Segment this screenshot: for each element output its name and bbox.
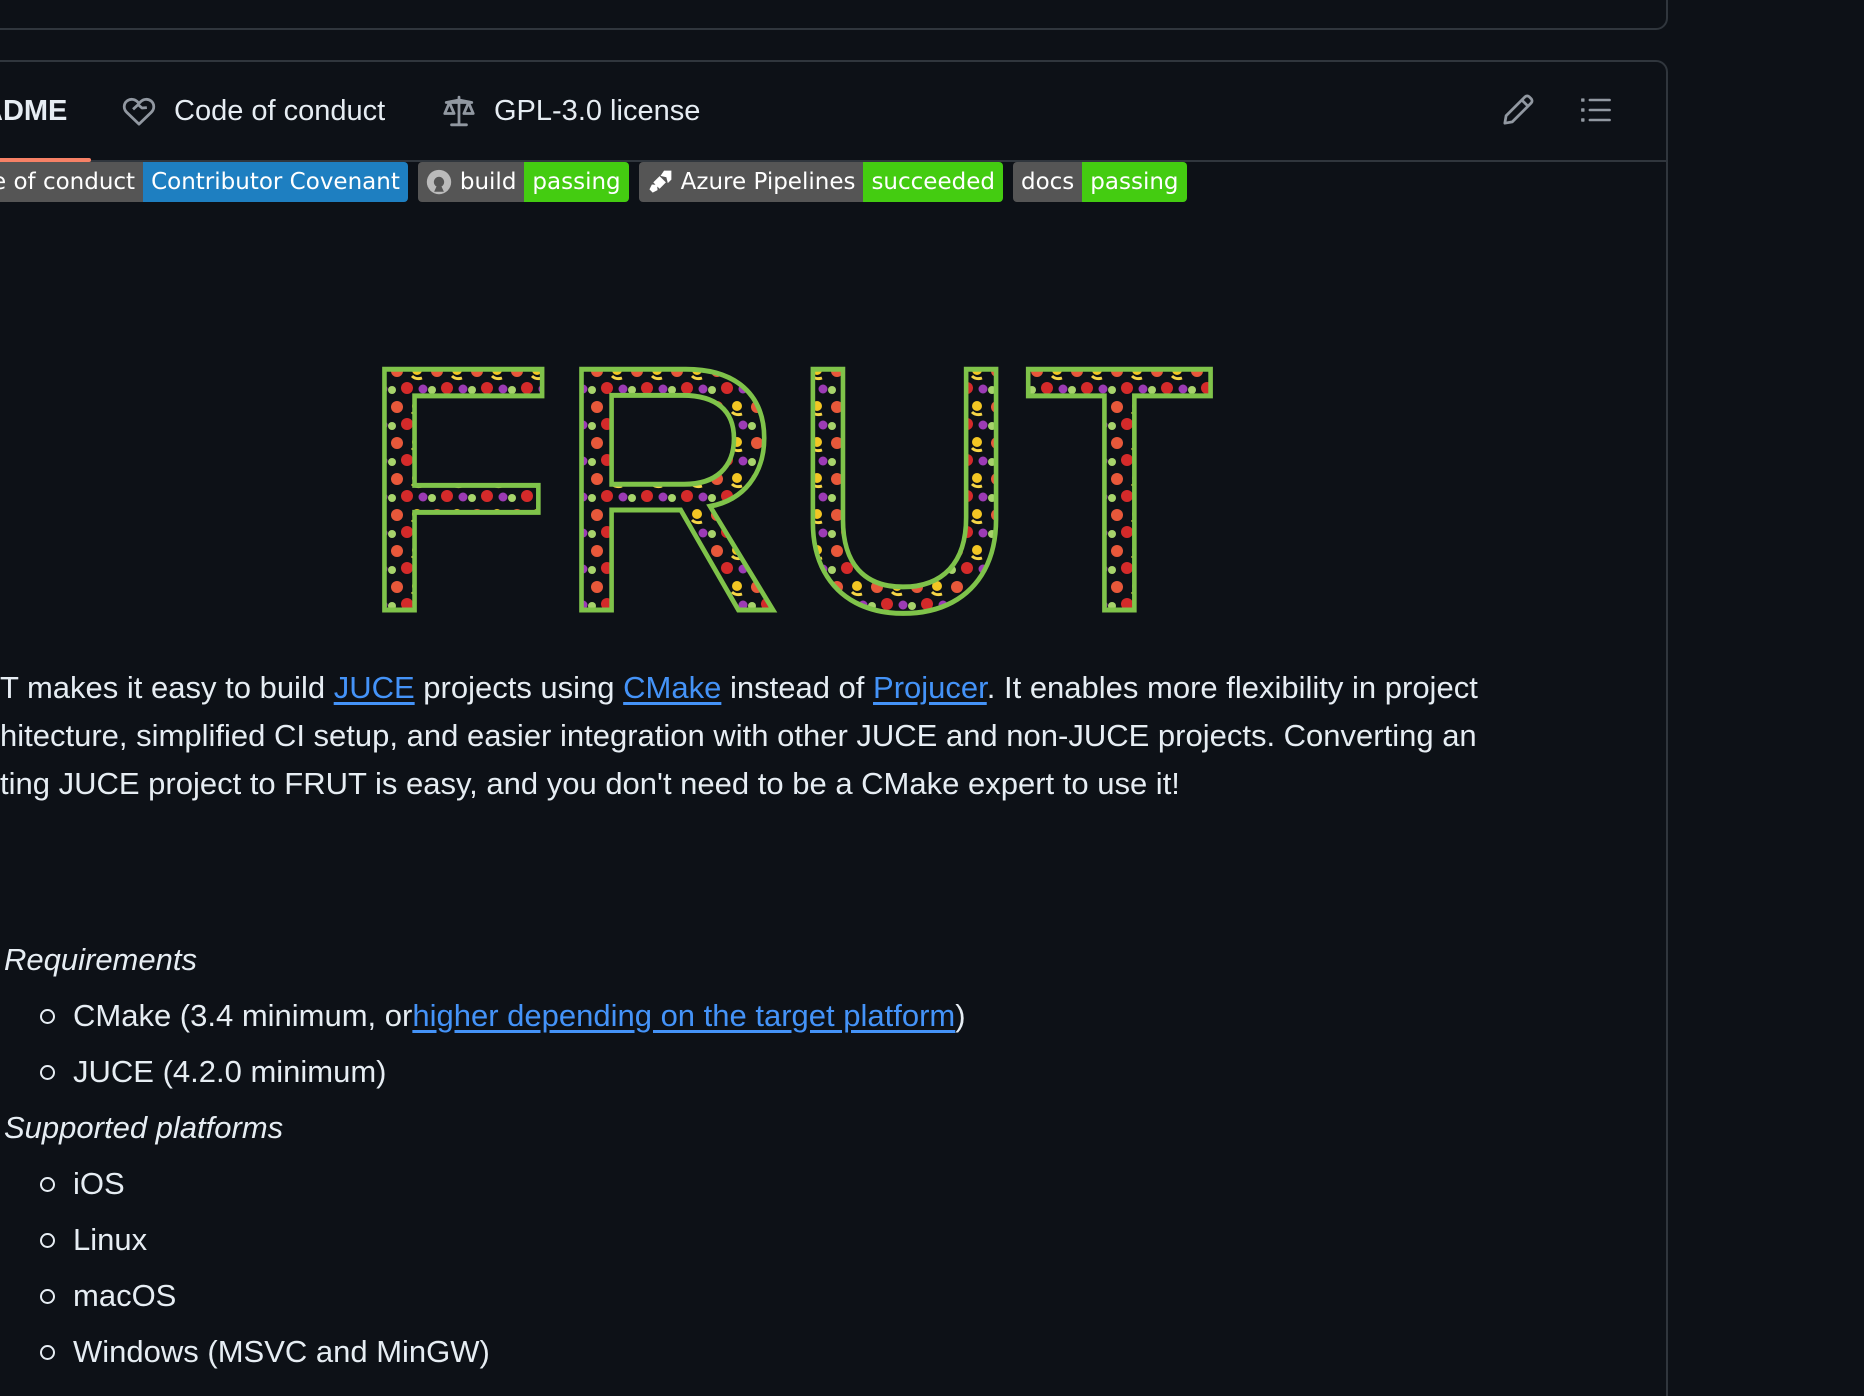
tab-license-label: GPL-3.0 license <box>494 94 701 127</box>
outline-button[interactable] <box>1578 92 1614 128</box>
bullet-icon <box>40 1176 55 1192</box>
intro-text: . It enables more flexibility in project <box>986 670 1478 705</box>
bullet-icon <box>40 1064 55 1080</box>
badge-value: passing <box>524 162 629 202</box>
list-item: macOS <box>4 1268 966 1324</box>
feature-list: Requirements CMake (3.4 minimum, or high… <box>4 932 966 1396</box>
bullet-icon <box>40 1232 55 1248</box>
intro-line-2: hitecture, simplified CI setup, and easi… <box>0 718 1477 753</box>
logo-text: FRUT <box>358 294 1218 630</box>
tab-code-of-conduct[interactable]: Code of conduct <box>122 62 385 160</box>
repo-header-box <box>0 0 1668 30</box>
badge-value: Contributor Covenant <box>143 162 408 202</box>
documentation-label: Documentation <box>4 1384 213 1396</box>
documentation-link[interactable]: https://frut.readthedocs.io <box>223 1384 573 1396</box>
list-item: CMake (3.4 minimum, or higher depending … <box>4 988 966 1044</box>
list-item: Linux <box>4 1212 966 1268</box>
badge-value: succeeded <box>863 162 1003 202</box>
platform-ios: iOS <box>73 1166 125 1201</box>
platform-linux: Linux <box>73 1222 148 1257</box>
docs-badge[interactable]: docs passing <box>1012 162 1187 202</box>
bullet-icon <box>40 1288 55 1304</box>
frut-logo: FRUT <box>356 292 1221 631</box>
bullet-icon <box>40 1344 55 1360</box>
list-item-platforms: Supported platforms <box>4 1110 284 1145</box>
tab-readme[interactable]: ADME <box>0 62 91 162</box>
intro-text: T makes it easy to build <box>0 670 334 705</box>
list-item: Windows (MSVC and MinGW) <box>4 1324 966 1380</box>
viewport: ADME Code of conduct GPL-3.0 license <box>0 0 1864 1396</box>
badge-label-wrap: Azure Pipelines <box>638 162 864 202</box>
badge-label: build <box>459 169 517 195</box>
badge-label-wrap: build <box>417 162 525 202</box>
list-item-documentation: Documentation - https://frut.readthedocs… <box>4 1380 966 1396</box>
doc-separator: - <box>213 1384 223 1396</box>
edit-file-button[interactable] <box>1500 92 1536 128</box>
platform-windows: Windows (MSVC and MinGW) <box>73 1334 490 1369</box>
tab-license[interactable]: GPL-3.0 license <box>442 62 700 160</box>
projucer-link[interactable]: Projucer <box>873 670 987 705</box>
intro-text: instead of <box>721 670 874 705</box>
list-item: iOS <box>4 1156 966 1212</box>
juce-link[interactable]: JUCE <box>334 670 415 705</box>
intro-paragraph: T makes it easy to build JUCE projects u… <box>0 664 1600 808</box>
badge-label: Azure Pipelines <box>680 169 856 195</box>
heart-hands-icon <box>122 97 156 126</box>
badge-label: e of conduct <box>0 162 144 202</box>
azure-pipelines-badge[interactable]: Azure Pipelines succeeded <box>638 162 1003 202</box>
bullet-icon <box>40 1008 55 1024</box>
list-unordered-icon <box>1581 98 1611 122</box>
list-item: JUCE (4.2.0 minimum) <box>4 1044 966 1100</box>
tab-readme-label: ADME <box>0 94 68 127</box>
badge-row: e of conduct Contributor Covenant build … <box>0 162 1187 202</box>
intro-line-1: T makes it easy to build JUCE projects u… <box>0 664 1600 712</box>
pencil-icon <box>1503 94 1534 125</box>
readme-tabbar: ADME Code of conduct GPL-3.0 license <box>0 62 1666 162</box>
scale-icon <box>443 95 475 127</box>
cmake-link[interactable]: CMake <box>623 670 721 705</box>
req-cmake-close: ) <box>955 998 966 1033</box>
req-juce-text: JUCE (4.2.0 minimum) <box>73 1054 387 1089</box>
target-platform-link[interactable]: higher depending on the target platform <box>412 992 955 1040</box>
badge-label: docs <box>1012 162 1083 202</box>
platform-macos: macOS <box>73 1278 177 1313</box>
azure-pipelines-icon <box>649 170 672 193</box>
github-icon <box>426 169 452 195</box>
req-cmake-text: CMake (3.4 minimum, or <box>73 998 413 1033</box>
badge-value: passing <box>1082 162 1187 202</box>
intro-text: projects using <box>414 670 624 705</box>
code-of-conduct-badge[interactable]: e of conduct Contributor Covenant <box>0 162 408 202</box>
build-badge[interactable]: build passing <box>417 162 629 202</box>
tab-code-of-conduct-label: Code of conduct <box>174 94 386 127</box>
intro-line-3: ting JUCE project to FRUT is easy, and y… <box>0 766 1180 801</box>
list-item-requirements: Requirements <box>4 942 197 977</box>
